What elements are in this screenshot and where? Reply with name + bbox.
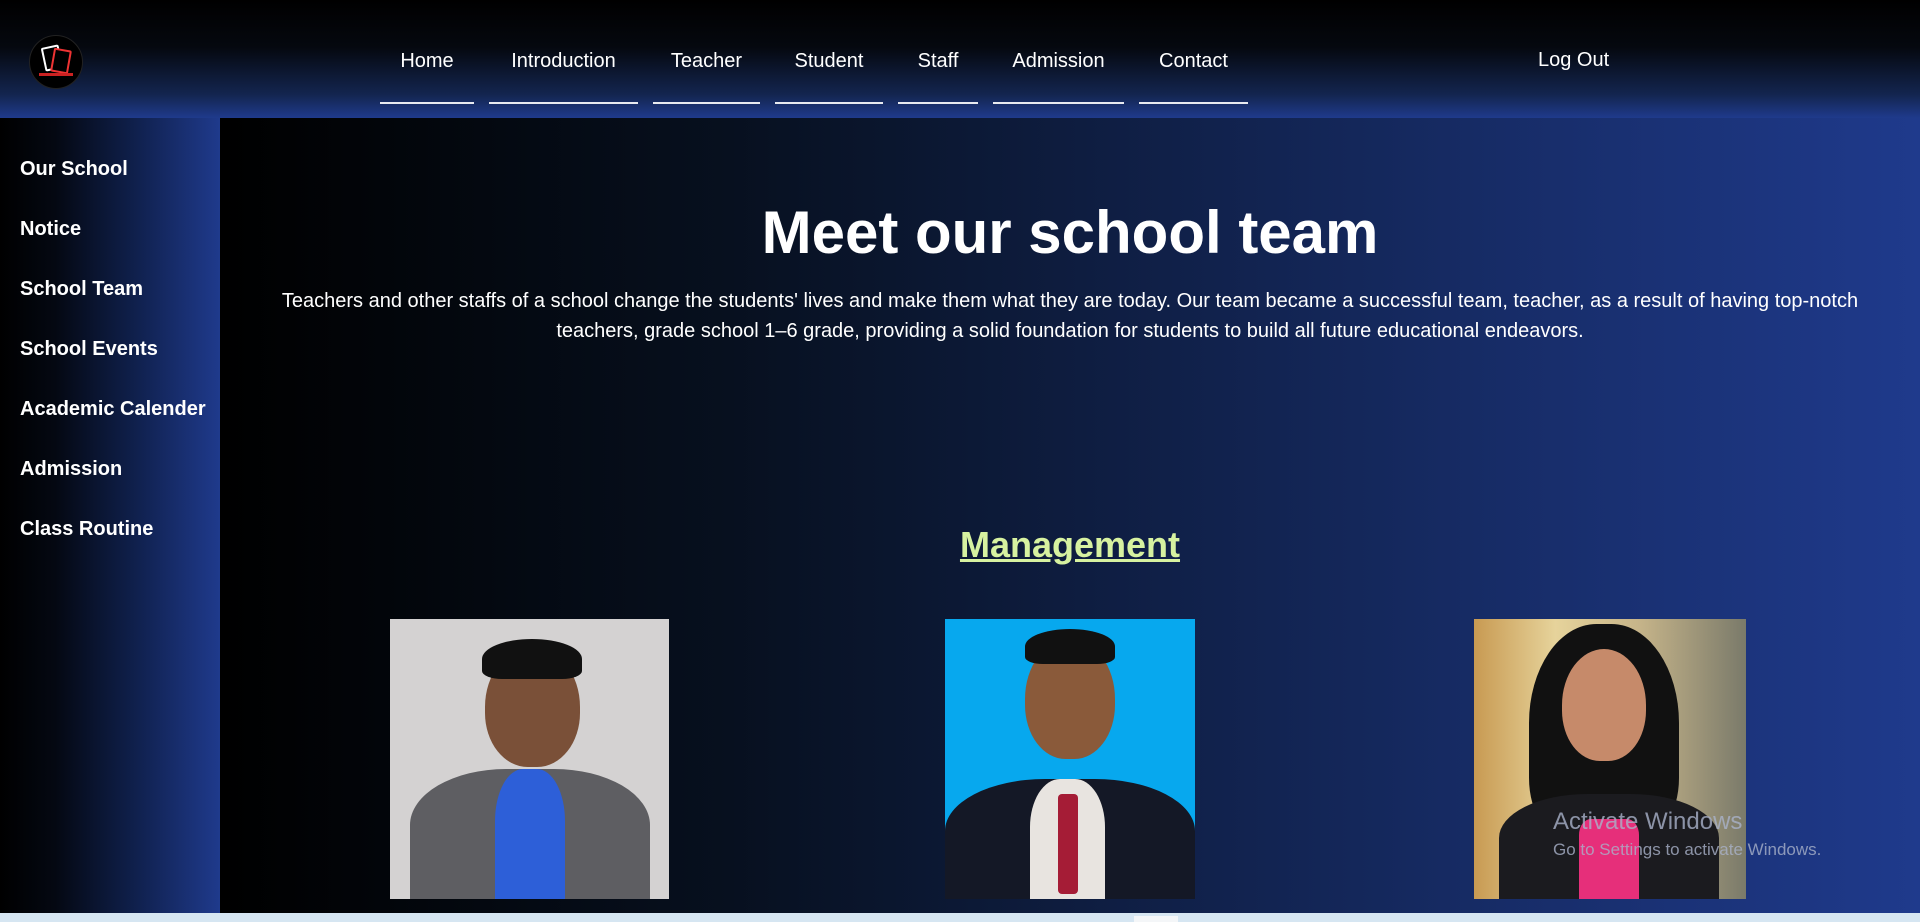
windows-activation-watermark: Activate Windows Go to Settings to activ… — [1553, 808, 1821, 860]
nav-home[interactable]: Home — [380, 40, 474, 104]
sidebar-item-notice[interactable]: Notice — [20, 218, 81, 241]
sidebar: Our School Notice School Team School Eve… — [0, 118, 220, 913]
sidebar-item-admission[interactable]: Admission — [20, 458, 122, 481]
scrollbar-thumb[interactable] — [1134, 916, 1178, 922]
bottom-scrollbar[interactable] — [0, 913, 1920, 922]
logo-card-icon — [50, 47, 72, 75]
page-title: Meet our school team — [761, 199, 1379, 266]
top-navbar: Home Introduction Teacher Student Staff … — [0, 0, 1920, 118]
sidebar-item-our-school[interactable]: Our School — [20, 158, 128, 181]
sidebar-item-class-routine[interactable]: Class Routine — [20, 518, 153, 541]
logout-link[interactable]: Log Out — [1538, 49, 1609, 72]
school-logo[interactable] — [29, 35, 83, 89]
intro-paragraph: Teachers and other staffs of a school ch… — [281, 290, 1859, 342]
nav-admission[interactable]: Admission — [993, 40, 1124, 104]
photo-hair-shape — [482, 639, 582, 679]
nav-student[interactable]: Student — [775, 40, 883, 104]
nav-contact[interactable]: Contact — [1139, 40, 1248, 104]
nav-teacher[interactable]: Teacher — [653, 40, 760, 104]
sidebar-item-school-events[interactable]: School Events — [20, 338, 158, 361]
main-content: Meet our school team Teachers and other … — [220, 118, 1920, 913]
photo-hair-shape — [1025, 629, 1115, 664]
photo-shirt-shape — [495, 769, 565, 899]
sidebar-item-academic-calender[interactable]: Academic Calender — [20, 398, 206, 421]
main-nav: Home Introduction Teacher Student Staff … — [380, 40, 1263, 104]
watermark-subtitle: Go to Settings to activate Windows. — [1553, 840, 1822, 859]
nav-introduction[interactable]: Introduction — [489, 40, 638, 104]
photo-tie-shape — [1058, 794, 1078, 894]
photo-head-shape — [1562, 649, 1646, 761]
management-photo-1 — [390, 619, 669, 899]
logo-tagline-mark — [39, 73, 73, 76]
watermark-title: Activate Windows — [1553, 808, 1743, 835]
sidebar-item-school-team[interactable]: School Team — [20, 278, 143, 301]
nav-staff[interactable]: Staff — [898, 40, 978, 104]
section-title-management: Management — [959, 524, 1181, 565]
management-photo-2 — [945, 619, 1195, 899]
